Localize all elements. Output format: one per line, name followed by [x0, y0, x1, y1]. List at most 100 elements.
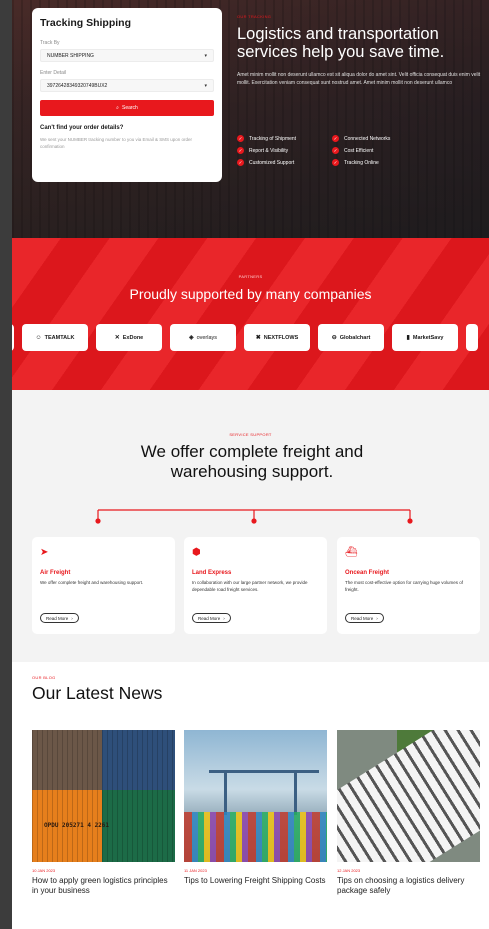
feature-label: Cost Efficient [344, 147, 374, 154]
tracking-card: Tracking Shipping Track By NUMBER SHIPPI… [32, 8, 222, 182]
check-icon: ✓ [237, 159, 244, 166]
read-more-label: Read More [198, 615, 221, 621]
track-by-select[interactable]: NUMBER SHIPPING ▾ [40, 49, 214, 62]
partner-logo-teamtalk[interactable]: ☺ TEAMTALK [22, 324, 88, 351]
help-title: Can't find your order details? [40, 125, 124, 131]
detail-input[interactable]: 39726428349320749BUX2 ▾ [40, 79, 214, 92]
detail-value: 39726428349320749BUX2 [47, 82, 108, 89]
chevron-down-icon: ▾ [204, 82, 207, 89]
check-icon: ✓ [332, 159, 339, 166]
feature-item: ✓ Connected Networks [332, 135, 432, 142]
news-post[interactable]: 12 JAN 2023 Tips on choosing a logistics… [337, 730, 480, 897]
help-text: We sent your NUMBER tracking number to y… [40, 137, 192, 149]
truck-rows [337, 730, 480, 862]
service-title: Oncean Freight [345, 570, 390, 576]
feature-item: ✓ Cost Efficient [332, 147, 432, 154]
partner-logo-partial [466, 324, 478, 351]
feature-label: Tracking of Shipment [249, 135, 297, 142]
logo-text: overlays [196, 334, 218, 341]
connector-dot [95, 518, 101, 524]
box-icon: ⬢ [192, 547, 201, 558]
search-icon: ⌕ [116, 105, 119, 111]
feature-label: Report & Visibility [249, 147, 289, 154]
logo-text: Globalchart [339, 334, 371, 341]
check-icon: ✓ [332, 147, 339, 154]
track-by-label: Track By [40, 40, 60, 46]
post-image-port[interactable] [184, 730, 327, 862]
partner-logo-globalchart[interactable]: ⊖ Globalchart [318, 324, 384, 351]
hero-title: Logistics and transportation services he… [237, 25, 445, 62]
bars-icon: ▮ [406, 335, 410, 341]
track-by-value: NUMBER SHIPPING [47, 52, 94, 59]
feature-list: ✓ Tracking of Shipment ✓ Connected Network… [237, 135, 437, 166]
feature-item: ✓ Report & Visibility [237, 147, 332, 154]
services-eyebrow: SERVICE SUPPORT [229, 432, 272, 437]
news-eyebrow: OUR BLOG [32, 675, 56, 680]
check-icon: ✓ [237, 147, 244, 154]
service-card-ocean: ⛴ Oncean Freight The most cost-effective… [337, 537, 480, 634]
check-icon: ✓ [237, 135, 244, 142]
crane-leg [224, 770, 227, 815]
crane-leg [294, 770, 297, 815]
chevron-right-icon: › [223, 615, 225, 621]
tracking-title: Tracking Shipping [40, 17, 132, 29]
read-more-button[interactable]: Read More › [192, 613, 231, 623]
partner-logo-exdone[interactable]: ✕ ExDone [96, 324, 162, 351]
partners-section: PARTNERS Proudly supported by many compa… [12, 238, 489, 390]
search-button-label: Search [121, 105, 138, 111]
logo-text: NEXTFLOWS [263, 334, 299, 341]
feature-label: Tracking Online [344, 159, 379, 166]
hero-description: Amet minim mollit non deserunt ullamco e… [237, 71, 481, 86]
news-post[interactable]: OPDU 205271 4 2261 10 JAN 2023 How to ap… [32, 730, 175, 897]
partner-logo-partial [12, 324, 14, 351]
chevron-right-icon: › [376, 615, 378, 621]
service-title: Land Express [192, 570, 232, 576]
services-title: We offer complete freight and warehousin… [140, 442, 364, 481]
hero-content: OUR TRACKING Logistics and transportatio… [237, 14, 489, 87]
hero-section: Tracking Shipping Track By NUMBER SHIPPI… [12, 0, 489, 238]
logo-text: MarketSavy [412, 334, 444, 341]
page: Tracking Shipping Track By NUMBER SHIPPI… [12, 0, 489, 929]
chevron-down-icon: ▾ [204, 52, 207, 59]
paper-plane-icon: ➤ [40, 547, 49, 558]
post-title[interactable]: Tips to Lowering Freight Shipping Costs [184, 876, 327, 886]
connector-lines [95, 509, 413, 524]
post-image-trucks[interactable] [337, 730, 480, 862]
partners-background [12, 238, 489, 390]
partner-logo-overlays[interactable]: ◈ overlays [170, 324, 236, 351]
connector-dot [407, 518, 413, 524]
post-title[interactable]: How to apply green logistics principles … [32, 876, 175, 897]
container-label: OPDU 205271 4 2261 [44, 822, 110, 829]
container-ribs [32, 730, 175, 862]
services-section: SERVICE SUPPORT We offer complete freigh… [12, 390, 489, 662]
read-more-label: Read More [46, 615, 69, 621]
logo-text: TEAMTALK [44, 334, 75, 341]
cross-icon: ✕ [114, 335, 120, 341]
service-text: The most cost-effective option for carry… [345, 580, 463, 592]
partner-logo-marketsavy[interactable]: ▮ MarketSavy [392, 324, 458, 351]
post-image-containers[interactable]: OPDU 205271 4 2261 [32, 730, 175, 862]
service-card-air: ➤ Air Freight We offer complete freight … [32, 537, 175, 634]
read-more-label: Read More [351, 615, 374, 621]
x-icon: ✖ [255, 335, 261, 341]
container-yard [184, 812, 327, 862]
globe-icon: ⊖ [331, 335, 337, 341]
smile-icon: ☺ [35, 334, 42, 341]
connector-dot [251, 518, 257, 524]
detail-label: Enter Detail [40, 70, 67, 76]
read-more-button[interactable]: Read More › [40, 613, 79, 623]
service-text: We offer complete freight and warehousin… [40, 580, 144, 585]
search-button[interactable]: ⌕ Search [40, 100, 214, 116]
feature-item: ✓ Tracking of Shipment [237, 135, 332, 142]
post-title[interactable]: Tips on choosing a logistics delivery pa… [337, 876, 480, 897]
service-title: Air Freight [40, 570, 71, 576]
partner-logo-nextflows[interactable]: ✖ NEXTFLOWS [244, 324, 310, 351]
logo-text: ExDone [122, 334, 144, 341]
left-rail [0, 0, 12, 929]
feature-item: ✓ Tracking Online [332, 159, 432, 166]
chevron-right-icon: › [71, 615, 73, 621]
hero-eyebrow: OUR TRACKING [237, 14, 272, 19]
news-section: OUR BLOG Our Latest News OPDU 205271 4 2… [12, 662, 489, 929]
read-more-button[interactable]: Read More › [345, 613, 384, 623]
news-post[interactable]: 11 JAN 2023 Tips to Lowering Freight Shi… [184, 730, 327, 886]
